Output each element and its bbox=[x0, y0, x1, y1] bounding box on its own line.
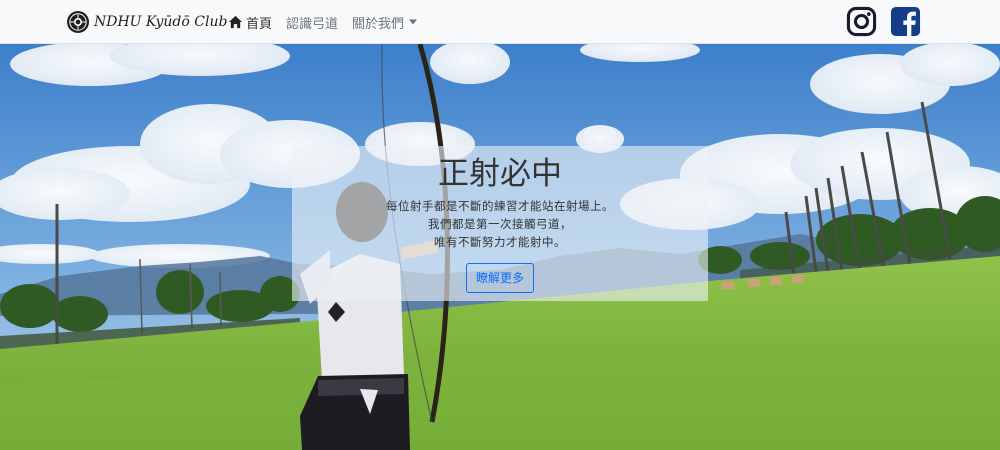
hero-line-3: 唯有不斷努力才能射中。 bbox=[434, 235, 566, 249]
nav-links: 首頁 認識弓道 關於我們 bbox=[228, 0, 431, 44]
facebook-link[interactable] bbox=[890, 6, 921, 37]
home-icon bbox=[228, 15, 243, 29]
hero-carousel: 正射必中 每位射手都是不斷的練習才能站在射場上。 我們都是第一次接觸弓道， 唯有… bbox=[0, 44, 1000, 450]
caret-down-icon bbox=[409, 19, 418, 25]
navbar: NDHU Kyūdō Club 首頁 認識弓道 關於我們 bbox=[0, 0, 1000, 44]
nav-kyudo-link[interactable]: 認識弓道 bbox=[286, 13, 338, 32]
learn-more-button[interactable]: 瞭解更多 bbox=[465, 263, 534, 293]
club-logo-icon bbox=[67, 11, 89, 33]
brand-link[interactable]: NDHU Kyūdō Club bbox=[66, 9, 227, 35]
instagram-icon bbox=[846, 6, 877, 37]
facebook-icon bbox=[890, 6, 921, 37]
hero-line-2: 我們都是第一次接觸弓道， bbox=[428, 217, 572, 231]
nav-about-dropdown[interactable]: 關於我們 bbox=[352, 13, 418, 32]
nav-home-label: 首頁 bbox=[246, 16, 273, 32]
hero-line-1: 每位射手都是不斷的練習才能站在射場上。 bbox=[386, 199, 614, 213]
brand-text: NDHU Kyūdō Club bbox=[94, 14, 228, 30]
nav-home-link[interactable]: 首頁 bbox=[228, 13, 272, 32]
nav-about-label: 關於我們 bbox=[352, 16, 405, 32]
instagram-link[interactable] bbox=[846, 6, 877, 37]
nav-kyudo-label: 認識弓道 bbox=[286, 16, 339, 32]
hero-title: 正射必中 bbox=[438, 156, 562, 192]
hero-caption: 正射必中 每位射手都是不斷的練習才能站在射場上。 我們都是第一次接觸弓道， 唯有… bbox=[292, 146, 708, 301]
